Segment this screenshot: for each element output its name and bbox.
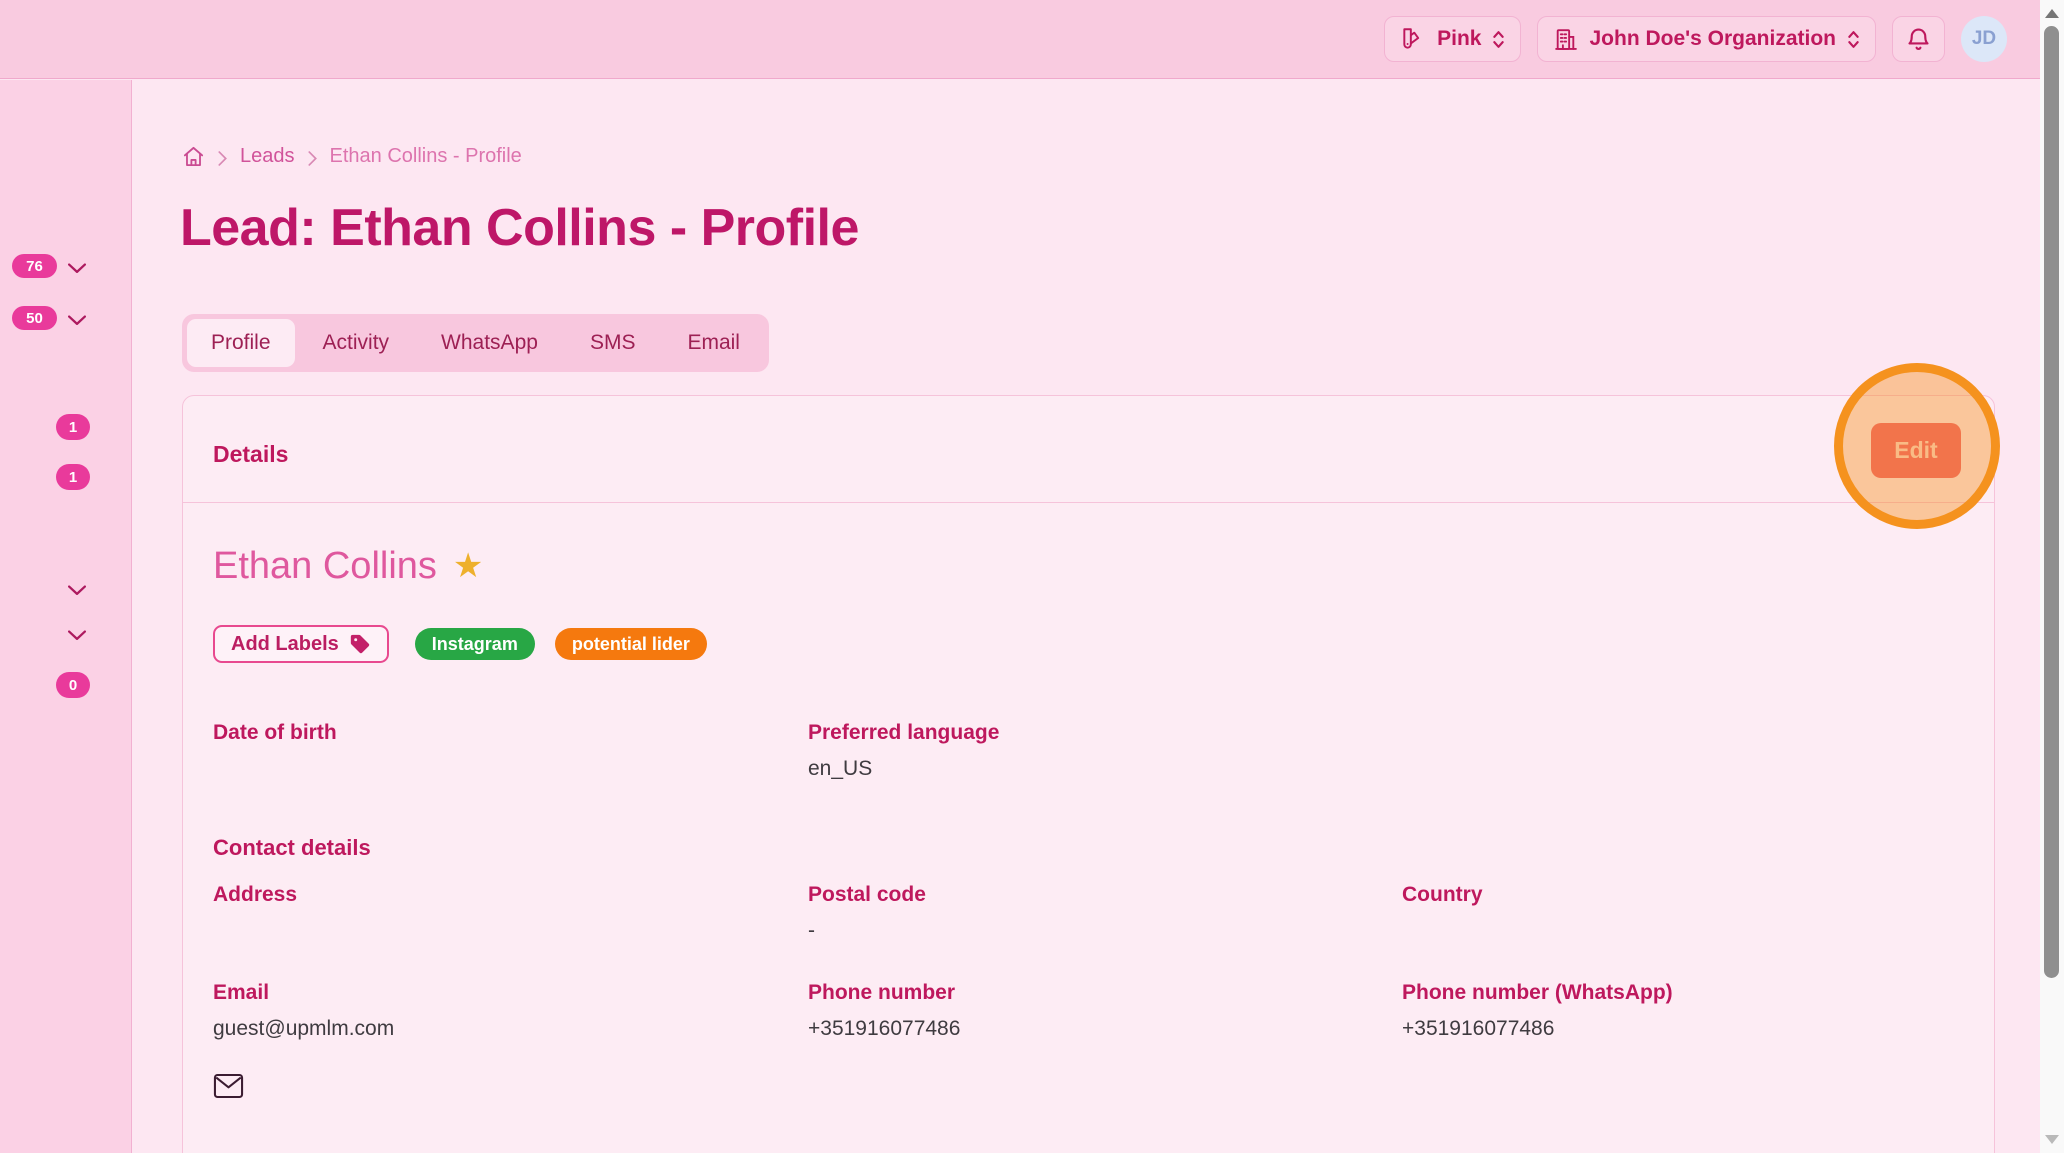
field-address: Address: [213, 883, 808, 945]
tab-sms[interactable]: SMS: [566, 319, 660, 367]
contact-details-title: Contact details: [213, 835, 1964, 861]
notifications-button[interactable]: [1892, 16, 1945, 62]
organization-selector-label: John Doe's Organization: [1589, 27, 1836, 51]
add-labels-label: Add Labels: [231, 633, 339, 656]
organization-selector[interactable]: John Doe's Organization: [1537, 16, 1876, 62]
label-badge-instagram[interactable]: Instagram: [415, 628, 535, 660]
home-icon[interactable]: [182, 145, 205, 168]
sidebar-badge-label: 0: [69, 677, 77, 694]
field-label: Postal code: [808, 883, 1402, 907]
card-title: Details: [213, 441, 288, 468]
bell-icon: [1905, 26, 1932, 53]
breadcrumb-current: Ethan Collins - Profile: [330, 145, 522, 168]
field-date-of-birth: Date of birth: [213, 721, 808, 783]
sidebar-count-badge[interactable]: 1: [56, 414, 90, 440]
breadcrumb: Leads Ethan Collins - Profile: [182, 145, 522, 168]
sidebar-count-badge[interactable]: 0: [56, 672, 90, 698]
sidebar-badge-label: 1: [69, 469, 77, 486]
field-value: [1402, 919, 1964, 945]
vertical-scrollbar[interactable]: [2040, 0, 2064, 1153]
chevron-down-icon[interactable]: [68, 628, 86, 639]
field-value: -: [808, 919, 1402, 945]
theme-selector[interactable]: Pink: [1384, 16, 1521, 62]
tab-whatsapp[interactable]: WhatsApp: [417, 319, 562, 367]
tab-bar: Profile Activity WhatsApp SMS Email: [182, 314, 769, 372]
card-body: Ethan Collins ★ Add Labels Instagram: [183, 503, 1994, 1104]
field-country: Country: [1402, 883, 1964, 945]
sidebar-badge-50[interactable]: 50: [12, 306, 57, 330]
tab-profile[interactable]: Profile: [187, 319, 295, 367]
chevron-right-icon: [308, 149, 317, 164]
tab-email[interactable]: Email: [663, 319, 764, 367]
scrollbar-thumb[interactable]: [2044, 26, 2059, 978]
star-icon[interactable]: ★: [453, 549, 483, 583]
field-value: +351916077486: [1402, 1017, 1964, 1043]
lead-name: Ethan Collins: [213, 543, 437, 589]
field-email: Email guest@upmlm.com: [213, 981, 808, 1043]
edit-button[interactable]: Edit: [1871, 423, 1961, 478]
field-postal-code: Postal code -: [808, 883, 1402, 945]
email-icon-row: [213, 1073, 1964, 1104]
sidebar-count-badge[interactable]: 1: [56, 464, 90, 490]
sidebar: 76 50 1 1 0: [0, 80, 132, 1153]
chevron-updown-icon: [1847, 29, 1860, 50]
contact-fields-row-1: Address Postal code - Country: [213, 883, 1964, 945]
scrollbar-up-arrow-icon[interactable]: [2045, 9, 2059, 18]
envelope-icon[interactable]: [213, 1073, 244, 1099]
contact-fields-row-2: Email guest@upmlm.com Phone number +3519…: [213, 981, 1964, 1043]
field-value: +351916077486: [808, 1017, 1402, 1043]
lead-name-row: Ethan Collins ★: [213, 543, 1964, 589]
theme-selector-label: Pink: [1437, 27, 1481, 51]
chevron-down-icon[interactable]: [68, 583, 86, 594]
field-phone-number: Phone number +351916077486: [808, 981, 1402, 1043]
field-label: Date of birth: [213, 721, 808, 745]
tag-icon: [349, 633, 371, 655]
field-preferred-language: Preferred language en_US: [808, 721, 1402, 783]
swatch-icon: [1400, 26, 1426, 52]
add-labels-button[interactable]: Add Labels: [213, 625, 389, 663]
personal-fields: Date of birth Preferred language en_US: [213, 721, 1964, 783]
sidebar-badge-label: 50: [26, 310, 43, 327]
field-phone-whatsapp: Phone number (WhatsApp) +351916077486: [1402, 981, 1964, 1043]
field-label: Address: [213, 883, 808, 907]
user-avatar[interactable]: JD: [1961, 16, 2007, 62]
chevron-right-icon: [218, 149, 227, 164]
chevron-down-icon[interactable]: [68, 261, 86, 272]
avatar-initials: JD: [1972, 28, 1996, 50]
topbar: Pink John Doe's Organization: [0, 0, 2040, 79]
building-icon: [1553, 27, 1578, 52]
page-title: Lead: Ethan Collins - Profile: [180, 198, 859, 258]
label-badge-potential-lider[interactable]: potential lider: [555, 628, 707, 660]
field-label: Preferred language: [808, 721, 1402, 745]
field-value: guest@upmlm.com: [213, 1017, 808, 1043]
app-window: Pink John Doe's Organization: [0, 0, 2064, 1153]
sidebar-badge-76[interactable]: 76: [12, 254, 57, 278]
field-label: Phone number: [808, 981, 1402, 1005]
field-value: [213, 757, 808, 783]
sidebar-badge-label: 76: [26, 258, 43, 275]
field-value: [213, 919, 808, 945]
scrollbar-down-arrow-icon[interactable]: [2045, 1135, 2059, 1144]
breadcrumb-link-leads[interactable]: Leads: [240, 145, 295, 168]
field-value: en_US: [808, 757, 1402, 783]
chevron-down-icon[interactable]: [68, 313, 86, 324]
main-content: Leads Ethan Collins - Profile Lead: Etha…: [133, 80, 2040, 1153]
field-label: Email: [213, 981, 808, 1005]
sidebar-badge-label: 1: [69, 419, 77, 436]
chevron-updown-icon: [1492, 29, 1505, 50]
details-card: Details Edit Ethan Collins ★ Add Labels: [182, 395, 1995, 1153]
field-label: Phone number (WhatsApp): [1402, 981, 1964, 1005]
field-label: Country: [1402, 883, 1964, 907]
labels-row: Add Labels Instagram potential lider: [213, 625, 1964, 663]
tab-activity[interactable]: Activity: [299, 319, 414, 367]
